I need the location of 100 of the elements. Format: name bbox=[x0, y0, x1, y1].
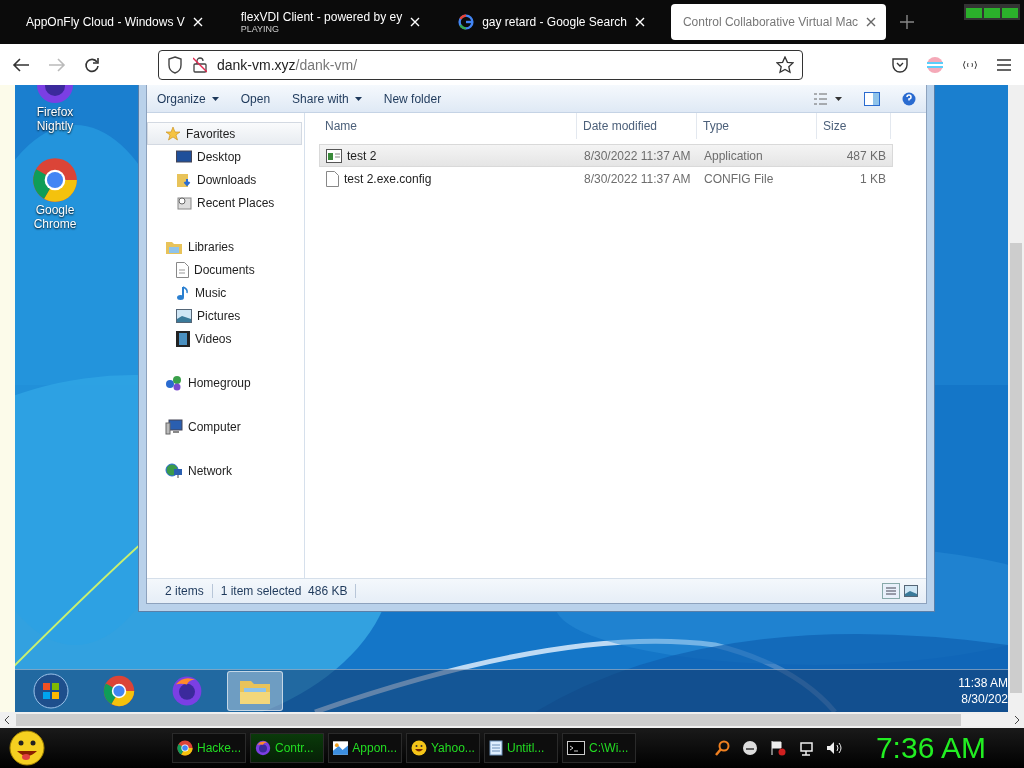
toolbar-button[interactable]: Share with bbox=[292, 91, 362, 106]
browser-tab[interactable]: gay retard - Google Search bbox=[446, 4, 655, 40]
status-text: 2 items bbox=[157, 584, 213, 598]
chrome-logo-icon bbox=[177, 740, 193, 756]
film-strip-icon bbox=[176, 330, 190, 347]
music-note-icon bbox=[176, 284, 190, 301]
caret-icon bbox=[211, 96, 219, 101]
taskbar-date: 8/30/202 bbox=[960, 692, 1008, 706]
back-arrow-icon[interactable] bbox=[12, 56, 30, 73]
star-bookmark-icon[interactable] bbox=[776, 55, 794, 74]
browser-tab[interactable]: flexVDI Client - powered by ey PLAYING bbox=[228, 4, 431, 40]
address-bar[interactable]: dank-vm.xyz/dank-vm/ bbox=[158, 49, 803, 80]
application-icon bbox=[326, 148, 342, 163]
date-cell-text: 8/30/2022 11:37 AM bbox=[583, 148, 692, 163]
host-taskbar-item[interactable]: Appon... bbox=[328, 733, 402, 763]
navigation-item[interactable]: Music bbox=[147, 281, 302, 304]
folder-arrow-icon bbox=[176, 171, 192, 188]
navigation-item[interactable]: Downloads bbox=[147, 168, 302, 191]
smiley-icon bbox=[411, 740, 427, 756]
computer-icon bbox=[165, 418, 183, 435]
star-icon bbox=[165, 125, 181, 142]
volume-icon[interactable] bbox=[825, 740, 842, 756]
windows-start-orb-icon bbox=[33, 673, 69, 709]
google-logo-icon bbox=[458, 14, 475, 30]
reload-icon[interactable] bbox=[84, 56, 100, 73]
taskbar-time: 11:38 AM bbox=[958, 676, 1008, 690]
type-cell-text: CONFIG File bbox=[703, 171, 775, 186]
file-row[interactable]: test 2 8/30/2022 11:37 AM Application 487 KB bbox=[319, 144, 893, 167]
close-icon bbox=[634, 17, 645, 27]
size-cell-text: 1 KB bbox=[859, 171, 887, 186]
url-text: dank-vm.xyz/dank-vm/ bbox=[217, 56, 359, 73]
document-icon bbox=[176, 261, 189, 278]
help-icon[interactable] bbox=[902, 91, 916, 106]
column-header[interactable]: Date modified bbox=[577, 113, 697, 139]
close-icon bbox=[866, 17, 877, 27]
navigation-item[interactable]: Network bbox=[147, 459, 302, 482]
column-header[interactable]: Name bbox=[319, 113, 577, 139]
toolbar-button[interactable]: Open bbox=[240, 91, 271, 106]
file-name: test 2.exe.config bbox=[344, 171, 432, 186]
navigation-item[interactable]: Documents bbox=[147, 258, 302, 281]
insecure-lock-icon bbox=[193, 56, 207, 73]
scroll-left-icon[interactable] bbox=[4, 716, 10, 724]
homegroup-icon bbox=[165, 374, 183, 391]
network-globe-icon bbox=[165, 462, 183, 479]
navigation-item[interactable]: Recent Places bbox=[147, 191, 302, 214]
network-icon[interactable] bbox=[797, 740, 814, 756]
caret-icon bbox=[354, 96, 362, 101]
broadcast-icon[interactable] bbox=[962, 59, 978, 70]
browser-tab[interactable]: Control Collaborative Virtual Mac bbox=[670, 4, 887, 40]
host-taskbar-item[interactable]: C:\Wi... bbox=[562, 733, 636, 763]
pocket-icon[interactable] bbox=[892, 56, 908, 73]
notepad-icon bbox=[489, 740, 503, 756]
picture-frame-icon bbox=[176, 308, 192, 323]
navigation-item[interactable]: Videos bbox=[147, 327, 302, 350]
meter-icon bbox=[964, 4, 1020, 20]
size-cell-text: 487 KB bbox=[845, 148, 887, 163]
search-icon[interactable] bbox=[713, 740, 730, 756]
command-prompt-icon bbox=[567, 741, 585, 755]
desktop-icon-label[interactable]: Firefox Nightly bbox=[25, 105, 85, 133]
column-header[interactable]: Size bbox=[817, 113, 891, 139]
file-name: test 2 bbox=[347, 148, 377, 163]
close-icon bbox=[410, 17, 421, 27]
clock-time: 7:36 AM bbox=[875, 731, 986, 765]
host-taskbar-item[interactable]: Contr... bbox=[250, 733, 324, 763]
scroll-right-icon[interactable] bbox=[1014, 716, 1020, 724]
flag-error-icon[interactable] bbox=[769, 740, 786, 756]
navigation-item[interactable]: Desktop bbox=[147, 145, 302, 168]
tiles-view-icon[interactable] bbox=[904, 585, 918, 597]
column-header[interactable]: Type bbox=[697, 113, 817, 139]
type-cell-text: Application bbox=[703, 148, 764, 163]
landscape-image-icon bbox=[333, 741, 349, 755]
status-text: 1 item selected 486 KB bbox=[212, 584, 357, 598]
chrome-logo-icon bbox=[32, 157, 78, 203]
chrome-logo-icon bbox=[103, 675, 135, 707]
firefox-logo-icon bbox=[255, 740, 271, 756]
navigation-item[interactable]: Libraries bbox=[147, 235, 302, 258]
view-options-icon[interactable] bbox=[814, 92, 842, 105]
toolbar-button[interactable]: Organize bbox=[157, 91, 219, 106]
navigation-item[interactable]: Homegroup bbox=[147, 371, 302, 394]
menu-icon[interactable] bbox=[996, 57, 1012, 72]
scrollbar-thumb[interactable] bbox=[1010, 243, 1022, 693]
smiley-icon[interactable] bbox=[8, 730, 46, 766]
new-tab-icon bbox=[900, 15, 915, 29]
tab-status: PLAYING bbox=[240, 24, 281, 34]
navigation-item[interactable]: Computer bbox=[147, 415, 302, 438]
scrollbar-thumb[interactable] bbox=[16, 714, 961, 726]
browser-tab[interactable]: AppOnFly Cloud - Windows V bbox=[14, 4, 213, 40]
toolbar-button[interactable]: New folder bbox=[383, 91, 442, 106]
host-taskbar-item[interactable]: Untitl... bbox=[484, 733, 558, 763]
file-row[interactable]: test 2.exe.config 8/30/2022 11:37 AM CONFIG File 1 KB bbox=[319, 167, 893, 190]
close-icon bbox=[192, 17, 203, 27]
preview-pane-icon[interactable] bbox=[864, 91, 880, 106]
host-taskbar-item[interactable]: Yahoo... bbox=[406, 733, 480, 763]
recent-places-icon bbox=[176, 194, 192, 211]
navigation-item[interactable]: Pictures bbox=[147, 304, 302, 327]
shield-icon bbox=[167, 55, 183, 74]
navigation-item[interactable]: Favorites bbox=[147, 122, 302, 145]
firefox-logo-icon bbox=[171, 675, 203, 707]
date-cell-text: 8/30/2022 11:37 AM bbox=[583, 171, 692, 186]
host-taskbar-item[interactable]: Hacke... bbox=[172, 733, 246, 763]
